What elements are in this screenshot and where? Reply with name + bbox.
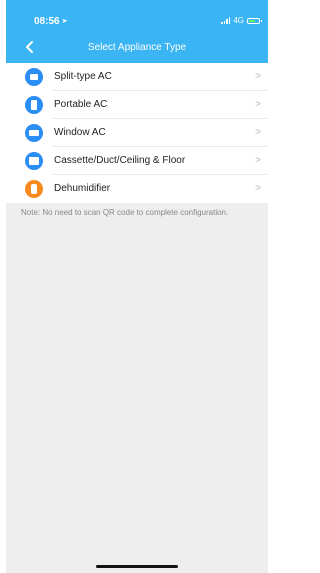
- appliance-row-portable-ac[interactable]: Portable AC >: [6, 91, 268, 119]
- page-title: Select Appliance Type: [87, 42, 187, 53]
- battery-icon: [247, 17, 262, 24]
- chevron-right-icon: >: [255, 71, 261, 82]
- dehumidifier-icon: [25, 180, 43, 198]
- appliance-row-split-ac[interactable]: Split-type AC >: [6, 63, 268, 91]
- portable-ac-icon: [25, 96, 43, 114]
- appliance-row-window-ac[interactable]: Window AC >: [6, 119, 268, 147]
- cassette-ac-icon: [25, 152, 43, 170]
- appliance-row-cassette[interactable]: Cassette/Duct/Ceiling & Floor >: [6, 147, 268, 175]
- network-label: 4G: [233, 16, 244, 25]
- chevron-right-icon: >: [255, 155, 261, 166]
- appliance-row-dehumidifier[interactable]: Dehumidifier >: [6, 175, 268, 203]
- chevron-right-icon: >: [255, 99, 261, 110]
- location-arrow-icon: ➤: [61, 18, 68, 25]
- appliance-label: Cassette/Duct/Ceiling & Floor: [54, 155, 186, 166]
- status-time-text: 08:56: [34, 16, 60, 27]
- appliance-list: Split-type AC > Portable AC > Window AC …: [6, 63, 268, 203]
- screen: 08:56 ➤ 4G Select Appliance Type Split-ty…: [0, 0, 268, 573]
- status-icons: 4G: [221, 16, 262, 25]
- app-view: 08:56 ➤ 4G Select Appliance Type Split-ty…: [6, 0, 268, 573]
- appliance-label: Dehumidifier: [54, 183, 111, 194]
- chevron-right-icon: >: [255, 127, 261, 138]
- header: 08:56 ➤ 4G Select Appliance Type: [6, 0, 268, 63]
- home-indicator[interactable]: [96, 565, 178, 568]
- appliance-label: Split-type AC: [54, 71, 112, 82]
- signal-icon: [221, 17, 231, 24]
- window-ac-icon: [25, 124, 43, 142]
- configuration-note: Note: No need to scan QR code to complet…: [21, 208, 229, 217]
- split-ac-icon: [25, 68, 43, 86]
- chevron-right-icon: >: [255, 183, 261, 194]
- appliance-label: Portable AC: [54, 99, 108, 110]
- status-time: 08:56 ➤: [34, 16, 67, 27]
- appliance-label: Window AC: [54, 127, 106, 138]
